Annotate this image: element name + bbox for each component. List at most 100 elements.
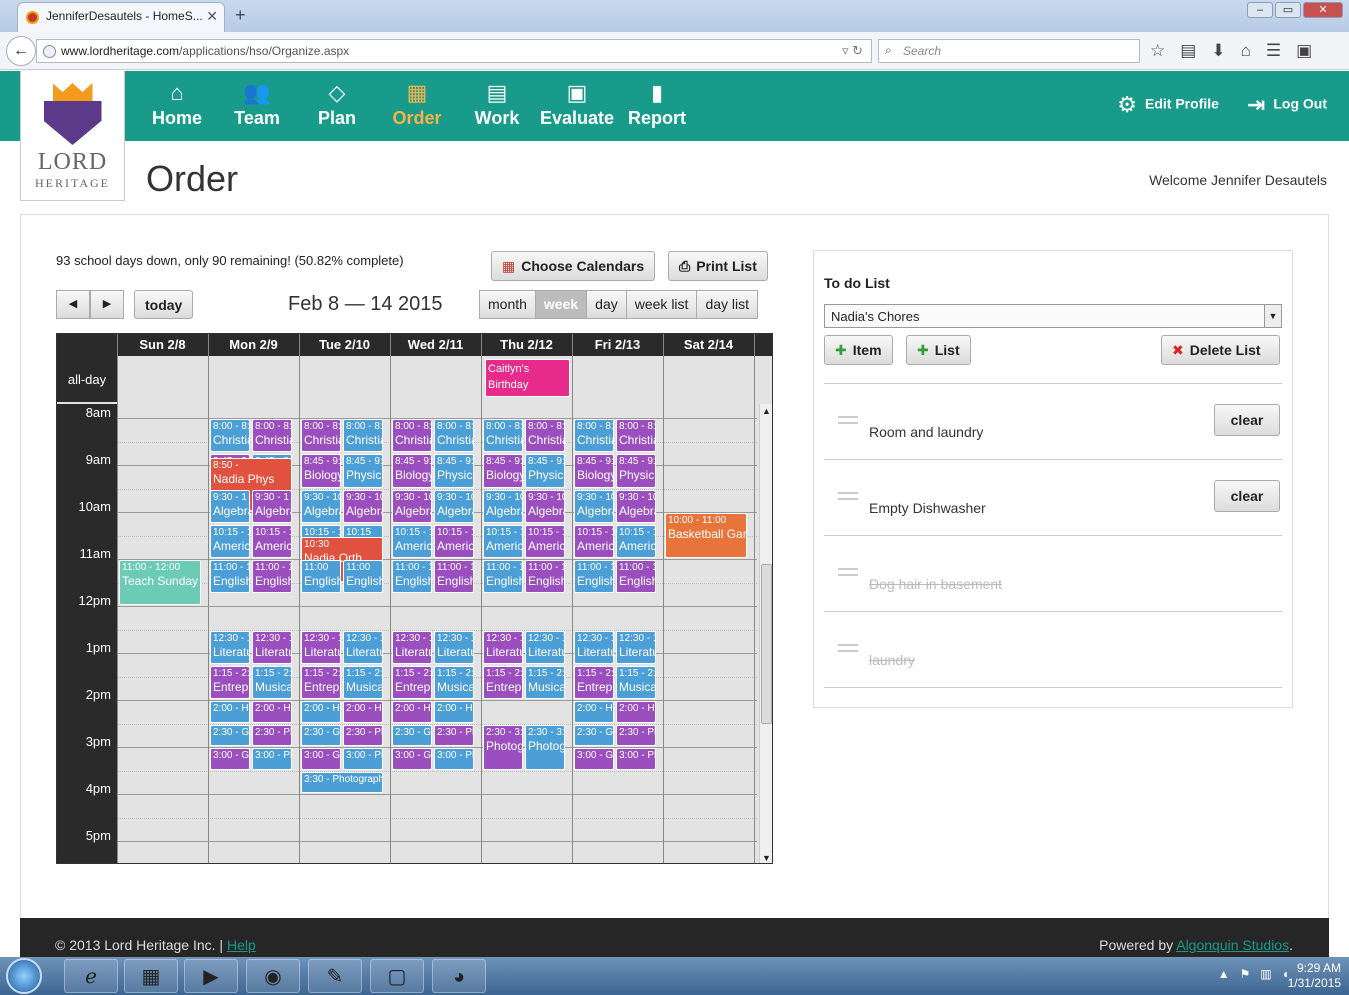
- calendar-event[interactable]: 10:15 - 1American: [616, 524, 656, 559]
- calendar-event[interactable]: 3:00 - Ph: [616, 748, 656, 770]
- extension-icon[interactable]: ▣: [1296, 41, 1312, 61]
- choose-calendars-button[interactable]: ▦ Choose Calendars: [491, 251, 656, 281]
- calendar-event[interactable]: 8:00 - 8:Christian: [434, 419, 474, 453]
- ie-icon[interactable]: ℯ: [64, 959, 118, 993]
- calendar-event[interactable]: 10:15 - 1American: [392, 524, 432, 559]
- nav-work[interactable]: ▤ Work: [457, 78, 537, 129]
- calendar-event[interactable]: 11:00 English: [343, 560, 383, 594]
- drag-handle-icon[interactable]: [838, 568, 858, 576]
- calendar-event[interactable]: 9:30 - 1Algebra: [252, 489, 292, 523]
- calendar-event[interactable]: 12:30 - 1Literature: [210, 630, 250, 664]
- calendar-event[interactable]: 2:00 - He: [252, 701, 292, 723]
- bookmark-star-icon[interactable]: ☆: [1150, 41, 1165, 61]
- calendar-event[interactable]: 9:30 - 10Algebra: [525, 489, 565, 523]
- calendar-event[interactable]: 9:30 - 1Algebra: [210, 489, 250, 523]
- calendar-event[interactable]: 8:45 - 9:Biology: [483, 454, 523, 488]
- delete-list-button[interactable]: ✖ Delete List: [1161, 335, 1280, 365]
- view-week-list-button[interactable]: week list: [625, 290, 698, 319]
- drag-handle-icon[interactable]: [838, 416, 858, 424]
- view-week-button[interactable]: week: [534, 290, 588, 319]
- calendar-event[interactable]: 2:30 - Ge: [210, 724, 250, 747]
- calendar-event[interactable]: 8:45 - 9:Physical: [525, 454, 565, 488]
- calendar-event[interactable]: 11:00 - 1 English: [252, 560, 292, 594]
- calendar-event[interactable]: 2:00 - He: [434, 701, 474, 723]
- calendar-event[interactable]: 1:15 - 2: Musical: [434, 665, 474, 700]
- calendar-event[interactable]: 9:30 - 10Algebra: [301, 489, 341, 523]
- add-list-button[interactable]: ✚ List: [906, 335, 971, 365]
- chrome-icon[interactable]: ◉: [246, 959, 300, 993]
- calendar-event[interactable]: 8:00 - 8:Christian: [483, 419, 523, 453]
- scroll-down-icon[interactable]: ▼: [762, 853, 771, 863]
- calendar-event[interactable]: 8:00 - 8:Christian: [343, 419, 383, 453]
- calendar-event[interactable]: 3:30 - Photograph: [301, 771, 383, 794]
- calendar-event[interactable]: 10:15 - 1American: [525, 524, 565, 559]
- allday-event[interactable]: Caitlyn's Birthday: [485, 359, 570, 397]
- calendar-event[interactable]: 11:00 - 1 English: [616, 560, 656, 594]
- calendar-event[interactable]: 8:00 - 8:Christian: [574, 419, 614, 453]
- calendar-event[interactable]: 8:00 - 8:Christian: [616, 419, 656, 453]
- calendar-event[interactable]: 3:00 - Ph: [434, 748, 474, 770]
- todo-list-select[interactable]: Nadia's Chores ▼: [824, 304, 1282, 328]
- scrollbar-thumb[interactable]: [761, 564, 772, 724]
- calendar-event[interactable]: 11:00 - 12:00 Teach Sunday: [119, 560, 201, 606]
- help-link[interactable]: Help: [227, 937, 256, 953]
- scroll-up-icon[interactable]: ▲: [762, 406, 771, 416]
- nav-home[interactable]: ⌂ Home: [137, 78, 217, 129]
- nav-order[interactable]: ▦ Order: [377, 78, 457, 129]
- calendar-event[interactable]: 2:30 - Ge: [574, 724, 614, 747]
- todo-item[interactable]: laundry: [824, 611, 1282, 687]
- calendar-event[interactable]: 1:15 - 2:Entrepreneur: [210, 665, 250, 700]
- calendar-event[interactable]: 12:30 - 1Literature: [525, 630, 565, 664]
- calendar-event[interactable]: 12:30 - 1Literature: [252, 630, 292, 664]
- calendar-event[interactable]: 11:00 - 1 English: [574, 560, 614, 594]
- calendar-event[interactable]: 12:30 - 1Literature: [616, 630, 656, 664]
- calendar-event[interactable]: 12:30 - 1Literature: [434, 630, 474, 664]
- network-icon[interactable]: ▥: [1260, 967, 1271, 981]
- clear-button[interactable]: clear: [1214, 480, 1280, 512]
- calendar-event[interactable]: 2:30 - Ph: [434, 724, 474, 747]
- home-icon[interactable]: ⌂: [1241, 41, 1251, 61]
- calendar-event[interactable]: 1:15 - 2: Musical: [525, 665, 565, 700]
- calendar-event[interactable]: 1:15 - 2:Entrepreneur: [301, 665, 341, 700]
- address-bar[interactable]: www.lordheritage.com/applications/hso/Or…: [36, 39, 872, 63]
- start-button-icon[interactable]: [6, 958, 42, 994]
- calendar-event[interactable]: 8:00 - 8:Christian: [392, 419, 432, 453]
- view-day-list-button[interactable]: day list: [696, 290, 759, 319]
- reload-icon[interactable]: ▿ ↻: [842, 43, 863, 59]
- close-window-button[interactable]: ✕: [1303, 2, 1343, 18]
- calendar-event[interactable]: 3:00 - Ge: [210, 748, 250, 770]
- calendar-event[interactable]: 8:45 - 9:Biology: [301, 454, 341, 488]
- calendar-event[interactable]: 2:00 - He: [392, 701, 432, 723]
- calendar-event[interactable]: 3:00 - Ge: [392, 748, 432, 770]
- todo-item[interactable]: Room and laundry clear: [824, 383, 1282, 459]
- calendar-event[interactable]: 3:00 - Ge: [574, 748, 614, 770]
- calendar-event[interactable]: 1:15 - 2:Entrepreneur: [483, 665, 523, 700]
- calendar-event[interactable]: 8:00 - 8:Christian: [252, 419, 292, 453]
- calendar-event[interactable]: 8:45 - 9:Biology: [392, 454, 432, 488]
- calendar-event[interactable]: 1:15 - 2:Entrepreneur: [574, 665, 614, 700]
- calendar-event[interactable]: 10:15 - 1American: [574, 524, 614, 559]
- calendar-event[interactable]: 2:00 - He: [210, 701, 250, 723]
- calendar-event[interactable]: 2:30 - Ph: [616, 724, 656, 747]
- download-icon[interactable]: ⬇: [1211, 41, 1225, 61]
- calendar-event[interactable]: 8:45 - 9:Physical: [616, 454, 656, 488]
- calendar-event[interactable]: 11:00 - 1 English: [525, 560, 565, 594]
- calendar-event[interactable]: 10:15 - 1American: [434, 524, 474, 559]
- calendar-event[interactable]: 11:00 - 1 English: [434, 560, 474, 594]
- calendar-event[interactable]: 1:15 - 2: Musical: [252, 665, 292, 700]
- nav-evaluate[interactable]: ▣ Evaluate: [537, 78, 617, 129]
- flag-icon[interactable]: ⚑: [1240, 967, 1251, 981]
- tray-arrow-icon[interactable]: ▲: [1218, 967, 1230, 981]
- nav-plan[interactable]: ◇ Plan: [297, 78, 377, 129]
- edit-profile-link[interactable]: ⚙ Edit Profile: [1117, 92, 1219, 118]
- today-button[interactable]: today: [134, 290, 194, 319]
- calendar-event[interactable]: 10:15 - 1American: [210, 524, 250, 559]
- calendar-event[interactable]: 8:00 - 8:Christian: [210, 419, 250, 453]
- calendar-event[interactable]: 2:30 - Ph: [343, 724, 383, 747]
- calendar-event[interactable]: 8:00 - 8:Christian: [525, 419, 565, 453]
- calendar-event[interactable]: 3:00 - Ge: [301, 748, 341, 770]
- calendar-event[interactable]: 2:30 - Ge: [392, 724, 432, 747]
- calendar-event[interactable]: 10:00 - 11:00Basketball Game: [665, 513, 747, 559]
- todo-item[interactable]: Dog hair in basement: [824, 535, 1282, 611]
- calendar-event[interactable]: 2:00 - He: [343, 701, 383, 723]
